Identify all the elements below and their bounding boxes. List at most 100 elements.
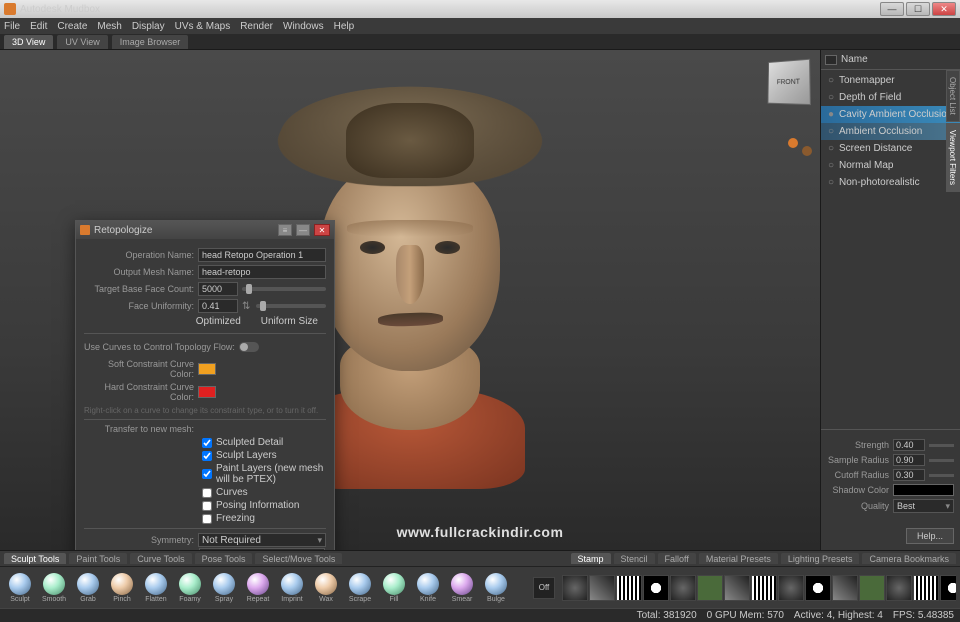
tab-3d-view[interactable]: 3D View: [4, 35, 53, 49]
hard-curve-color-swatch[interactable]: [198, 386, 216, 398]
out-mesh-input[interactable]: head-retopo: [198, 265, 326, 279]
stamp-thumb[interactable]: [616, 575, 642, 601]
stamp-thumb[interactable]: [589, 575, 615, 601]
stamp-thumb[interactable]: [886, 575, 912, 601]
view-cube[interactable]: FRONT: [768, 59, 811, 105]
menu-windows[interactable]: Windows: [283, 21, 324, 32]
filter-screen-distance[interactable]: ○Screen Distance: [821, 140, 960, 157]
tool-flatten[interactable]: Flatten: [140, 573, 172, 603]
uniformity-slider[interactable]: [256, 304, 326, 308]
target-count-input[interactable]: 5000: [198, 282, 238, 296]
stamp-thumb[interactable]: [562, 575, 588, 601]
menu-render[interactable]: Render: [240, 21, 273, 32]
curves-flow-toggle[interactable]: [239, 342, 259, 352]
strength-input[interactable]: 0.40: [893, 439, 925, 451]
stamp-thumb[interactable]: [805, 575, 831, 601]
stamp-thumb[interactable]: [859, 575, 885, 601]
cutoff-radius-input[interactable]: 0.30: [893, 469, 925, 481]
tool-smear[interactable]: Smear: [446, 573, 478, 603]
filter-cavity-ao[interactable]: ●Cavity Ambient Occlusion: [821, 106, 960, 123]
menu-mesh[interactable]: Mesh: [97, 21, 121, 32]
soft-curve-color-swatch[interactable]: [198, 363, 216, 375]
tab-camera-bookmarks[interactable]: Camera Bookmarks: [862, 553, 956, 564]
tool-sculpt[interactable]: Sculpt: [4, 573, 36, 603]
visibility-column-icon[interactable]: [825, 55, 837, 65]
stamp-thumb[interactable]: [913, 575, 939, 601]
sym-opt-not-required[interactable]: Not Required: [200, 549, 324, 550]
target-count-slider[interactable]: [242, 287, 326, 291]
stepper-icon[interactable]: ⇅: [242, 301, 252, 312]
tool-knife[interactable]: Knife: [412, 573, 444, 603]
tab-stamp[interactable]: Stamp: [571, 553, 611, 564]
filter-dof[interactable]: ○Depth of Field: [821, 89, 960, 106]
tool-smooth[interactable]: Smooth: [38, 573, 70, 603]
filter-ao[interactable]: ○Ambient Occlusion: [821, 123, 960, 140]
menu-edit[interactable]: Edit: [30, 21, 47, 32]
filter-tonemapper[interactable]: ○Tonemapper: [821, 72, 960, 89]
tab-uv-view[interactable]: UV View: [57, 35, 107, 49]
strength-slider[interactable]: [929, 444, 954, 447]
tool-bulge[interactable]: Bulge: [480, 573, 512, 603]
symmetry-dropdown[interactable]: Not Required Not Required Based on Sourc…: [198, 533, 326, 547]
op-name-input[interactable]: head Retopo Operation 1: [198, 248, 326, 262]
chk-sculpt-layers[interactable]: [202, 451, 212, 461]
chk-posing[interactable]: [202, 501, 212, 511]
stamp-thumb[interactable]: [832, 575, 858, 601]
dialog-options-button[interactable]: ≡: [278, 224, 292, 236]
tab-image-browser[interactable]: Image Browser: [112, 35, 189, 49]
tool-scrape[interactable]: Scrape: [344, 573, 376, 603]
maximize-button[interactable]: ☐: [906, 2, 930, 16]
tab-sculpt-tools[interactable]: Sculpt Tools: [4, 553, 66, 564]
chk-sculpted-detail[interactable]: [202, 438, 212, 448]
menu-create[interactable]: Create: [57, 21, 87, 32]
minimize-button[interactable]: —: [880, 2, 904, 16]
chk-paint-layers[interactable]: [202, 469, 212, 479]
dialog-minimize-button[interactable]: —: [296, 224, 310, 236]
tab-falloff[interactable]: Falloff: [658, 553, 696, 564]
menu-uvs-maps[interactable]: UVs & Maps: [175, 21, 231, 32]
menu-file[interactable]: File: [4, 21, 20, 32]
stamp-off[interactable]: Off: [528, 577, 560, 599]
tool-repeat[interactable]: Repeat: [242, 573, 274, 603]
stamp-thumb[interactable]: [643, 575, 669, 601]
filter-npr[interactable]: ○Non-photorealistic: [821, 174, 960, 191]
uniformity-input[interactable]: 0.41: [198, 299, 238, 313]
quality-dropdown[interactable]: Best: [893, 499, 954, 513]
shadow-color-swatch[interactable]: [893, 484, 954, 496]
sample-radius-slider[interactable]: [929, 459, 954, 462]
tool-pinch[interactable]: Pinch: [106, 573, 138, 603]
stamp-thumb[interactable]: [940, 575, 956, 601]
tool-wax[interactable]: Wax: [310, 573, 342, 603]
tab-stencil[interactable]: Stencil: [614, 553, 655, 564]
stamp-thumb[interactable]: [724, 575, 750, 601]
stamp-thumb[interactable]: [697, 575, 723, 601]
tool-foamy[interactable]: Foamy: [174, 573, 206, 603]
rtab-viewport-filters[interactable]: Viewport Filters: [946, 123, 960, 192]
tool-grab[interactable]: Grab: [72, 573, 104, 603]
tab-paint-tools[interactable]: Paint Tools: [69, 553, 127, 564]
tab-select-move-tools[interactable]: Select/Move Tools: [255, 553, 342, 564]
tool-spray[interactable]: Spray: [208, 573, 240, 603]
stamp-thumb[interactable]: [751, 575, 777, 601]
tool-imprint[interactable]: Imprint: [276, 573, 308, 603]
tab-pose-tools[interactable]: Pose Tools: [195, 553, 253, 564]
stamp-thumb[interactable]: [778, 575, 804, 601]
tab-curve-tools[interactable]: Curve Tools: [130, 553, 191, 564]
stamp-thumb[interactable]: [670, 575, 696, 601]
tool-fill[interactable]: Fill: [378, 573, 410, 603]
tab-lighting-presets[interactable]: Lighting Presets: [781, 553, 860, 564]
filter-normal-map[interactable]: ○Normal Map: [821, 157, 960, 174]
3d-viewport[interactable]: FRONT Retopologize ≡ — ✕: [0, 50, 820, 550]
cutoff-radius-slider[interactable]: [929, 474, 954, 477]
dialog-close-button[interactable]: ✕: [314, 224, 330, 236]
sample-radius-input[interactable]: 0.90: [893, 454, 925, 466]
chk-freezing[interactable]: [202, 514, 212, 524]
rtab-object-list[interactable]: Object List: [946, 70, 960, 122]
chk-curves[interactable]: [202, 488, 212, 498]
menu-display[interactable]: Display: [132, 21, 165, 32]
dialog-titlebar[interactable]: Retopologize ≡ — ✕: [76, 221, 334, 239]
close-button[interactable]: ✕: [932, 2, 956, 16]
tab-material-presets[interactable]: Material Presets: [699, 553, 778, 564]
menu-help[interactable]: Help: [334, 21, 355, 32]
panel-help-button[interactable]: Help...: [906, 528, 954, 544]
